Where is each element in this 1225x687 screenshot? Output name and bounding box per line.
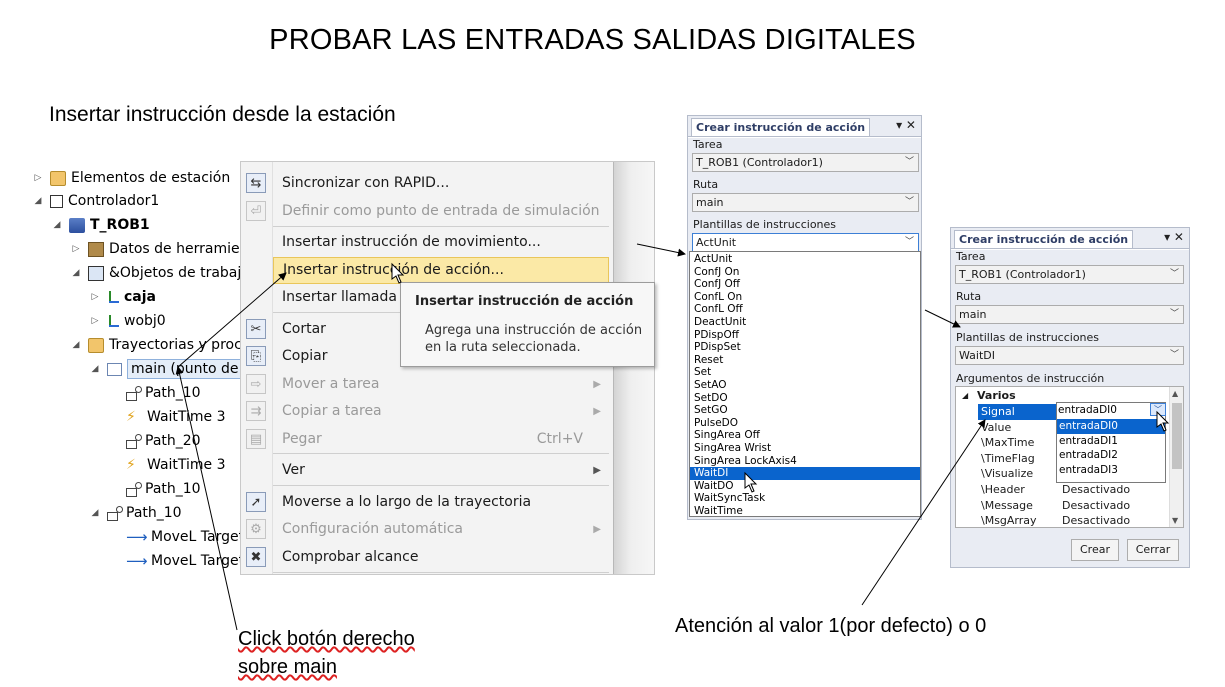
arrow-to-menu-item (177, 272, 287, 368)
mouse-cursor-icon (744, 471, 758, 493)
mouse-cursor-icon (1156, 410, 1170, 432)
annotation-arrows (175, 243, 1170, 631)
arrow-to-main (175, 366, 238, 631)
mouse-cursor-icon (391, 262, 405, 284)
arrow-to-panel2 (924, 309, 961, 328)
arrow-to-value-row (861, 419, 986, 606)
arrow-to-template-list (636, 243, 686, 257)
